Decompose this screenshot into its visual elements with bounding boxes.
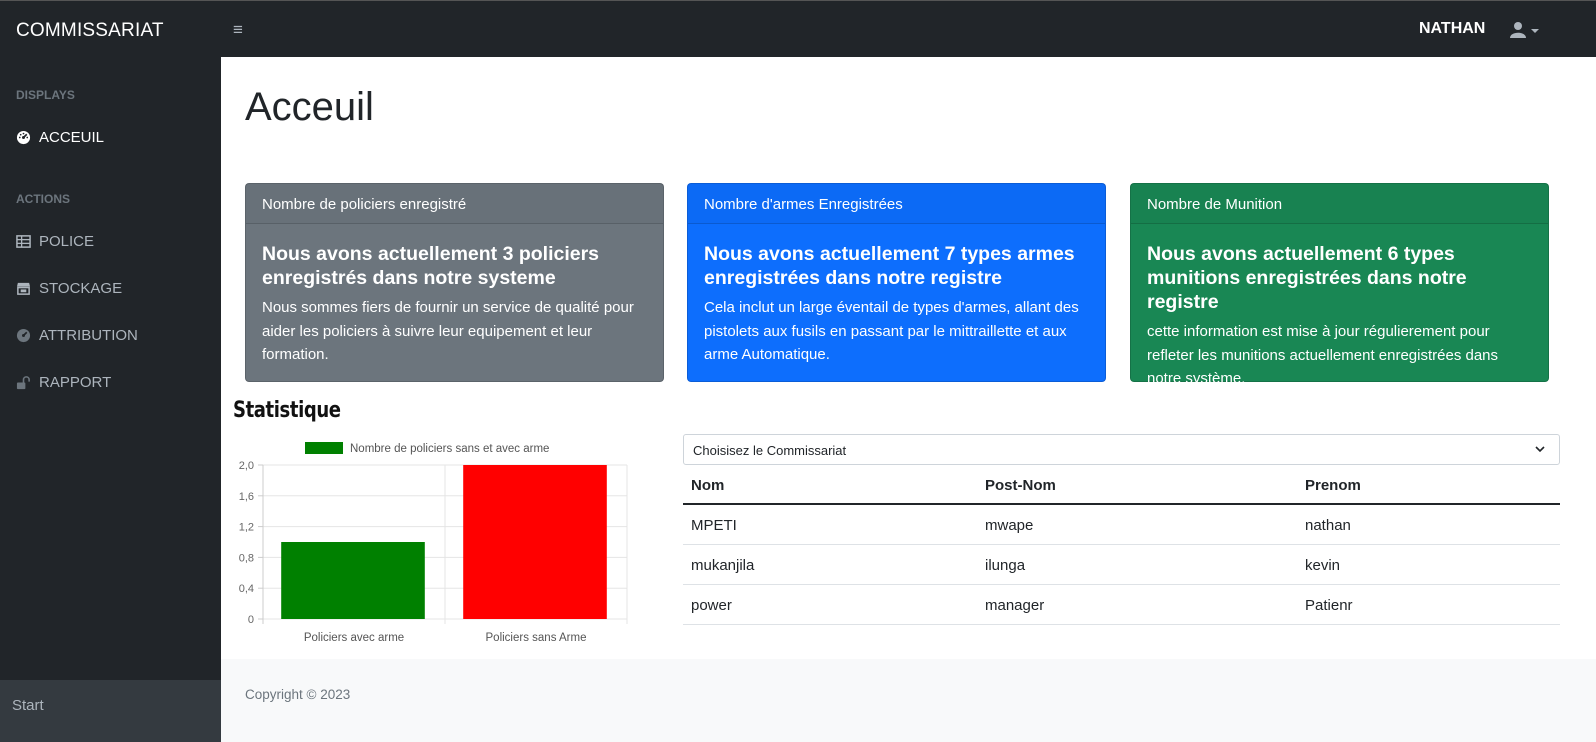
x-tick-label: Policiers avec arme	[304, 632, 404, 644]
table-header-row: Nom Post-Nom Prenom	[683, 465, 1560, 505]
table-icon	[16, 235, 31, 248]
card-header: Nombre de Munition	[1131, 184, 1548, 224]
card-title: Nous avons actuellement 6 types munition…	[1147, 243, 1467, 313]
table-row: MPETI mwape nathan	[683, 505, 1560, 545]
sidebar-section-displays: DISPLAYS	[16, 88, 75, 102]
table-row: power manager Patienr	[683, 585, 1560, 625]
bar	[463, 465, 607, 619]
y-tick-label: 0,4	[239, 583, 254, 595]
y-tick-label: 0	[248, 614, 254, 626]
police-table: Nom Post-Nom Prenom MPETI mwape nathan m…	[683, 465, 1560, 625]
y-tick-label: 1,6	[239, 491, 254, 503]
sidebar-item-label: ACCEUIL	[39, 129, 105, 146]
table-cell: Patienr	[1305, 597, 1353, 614]
username-label: NATHAN	[1419, 20, 1486, 37]
card-header: Nombre d'armes Enregistrées	[688, 184, 1105, 224]
sidebar-footer-text: Start	[12, 697, 44, 714]
x-tick-label: Policiers sans Arme	[486, 632, 587, 644]
user-menu-button[interactable]	[1510, 21, 1542, 43]
table-cell: MPETI	[691, 517, 737, 534]
bar-chart: Nombre de policiers sans et avec arme 2,…	[239, 442, 628, 644]
sidebar-item-attribution[interactable]: ATTRIBUTION	[16, 327, 138, 344]
chevron-down-icon	[1531, 29, 1539, 33]
user-icon	[1510, 22, 1526, 38]
y-tick-label: 1,2	[239, 522, 254, 534]
table-cell: mukanjila	[691, 557, 755, 574]
table-row: mukanjila ilunga kevin	[683, 545, 1560, 585]
page-title: Acceuil	[245, 85, 374, 129]
card-header: Nombre de policiers enregistré	[246, 184, 663, 224]
column-header: Prenom	[1305, 477, 1361, 494]
main-content: Acceuil Nombre de policiers enregistré N…	[221, 57, 1596, 742]
column-header: Post-Nom	[985, 477, 1056, 494]
y-tick-label: 2,0	[239, 460, 254, 472]
card-policiers: Nombre de policiers enregistré Nous avon…	[245, 183, 664, 382]
sidebar-section-actions: ACTIONS	[16, 192, 70, 206]
sidebar-item-label: STOCKAGE	[39, 280, 123, 297]
table-cell: ilunga	[985, 557, 1026, 574]
store-icon	[16, 282, 31, 295]
sidebar-item-rapport[interactable]: RAPPORT	[16, 374, 111, 391]
card-munition: Nombre de Munition Nous avons actuelleme…	[1130, 183, 1549, 387]
legend-label: Nombre de policiers sans et avec arme	[350, 443, 549, 455]
sidebar-footer: Start	[0, 680, 221, 742]
table-cell: power	[691, 597, 732, 614]
lock-open-icon	[16, 376, 30, 390]
select-value: Choisisez le Commissariat	[693, 443, 847, 458]
legend-swatch	[305, 442, 343, 454]
y-tick-label: 0,8	[239, 552, 254, 564]
column-header: Nom	[691, 477, 725, 494]
page-footer: Copyright © 2023	[221, 659, 1596, 742]
table-cell: mwape	[985, 517, 1034, 534]
commissariat-select[interactable]: Choisisez le Commissariat	[683, 434, 1560, 465]
dashboard-icon	[16, 328, 31, 343]
card-text: cette information est mise à jour réguli…	[1147, 323, 1499, 387]
table-cell: manager	[985, 597, 1045, 614]
sidebar-item-label: ATTRIBUTION	[39, 327, 138, 344]
bar	[281, 542, 425, 619]
table-cell: nathan	[1305, 517, 1351, 534]
table-cell: kevin	[1305, 557, 1341, 574]
card-text: Nous sommes fiers de fournir un service …	[262, 299, 634, 363]
sidebar-toggle-icon[interactable]: ≡	[233, 20, 243, 40]
card-title: Nous avons actuellement 7 types armes en…	[704, 243, 1075, 289]
card-armes: Nombre d'armes Enregistrées Nous avons a…	[687, 183, 1106, 382]
card-title: Nous avons actuellement 3 policiers enre…	[262, 243, 600, 289]
sidebar-item-label: RAPPORT	[39, 374, 112, 391]
brand-title[interactable]: COMMISSARIAT	[16, 20, 164, 42]
sidebar-item-acceuil[interactable]: ACCEUIL	[16, 129, 104, 146]
sidebar: DISPLAYS ACCEUIL ACTIONS POLICE STOCKAGE	[0, 57, 221, 742]
card-text: Cela inclut un large éventail de types d…	[704, 299, 1079, 363]
copyright-text: Copyright © 2023	[245, 687, 351, 702]
sidebar-item-police[interactable]: POLICE	[16, 233, 94, 250]
sidebar-item-label: POLICE	[39, 233, 95, 250]
dashboard-icon	[16, 130, 31, 145]
chevron-down-icon	[1535, 446, 1545, 453]
top-navbar: COMMISSARIAT ≡ NATHAN	[0, 0, 1596, 57]
statistics-title: Statistique	[233, 398, 341, 423]
sidebar-item-stockage[interactable]: STOCKAGE	[16, 280, 122, 297]
